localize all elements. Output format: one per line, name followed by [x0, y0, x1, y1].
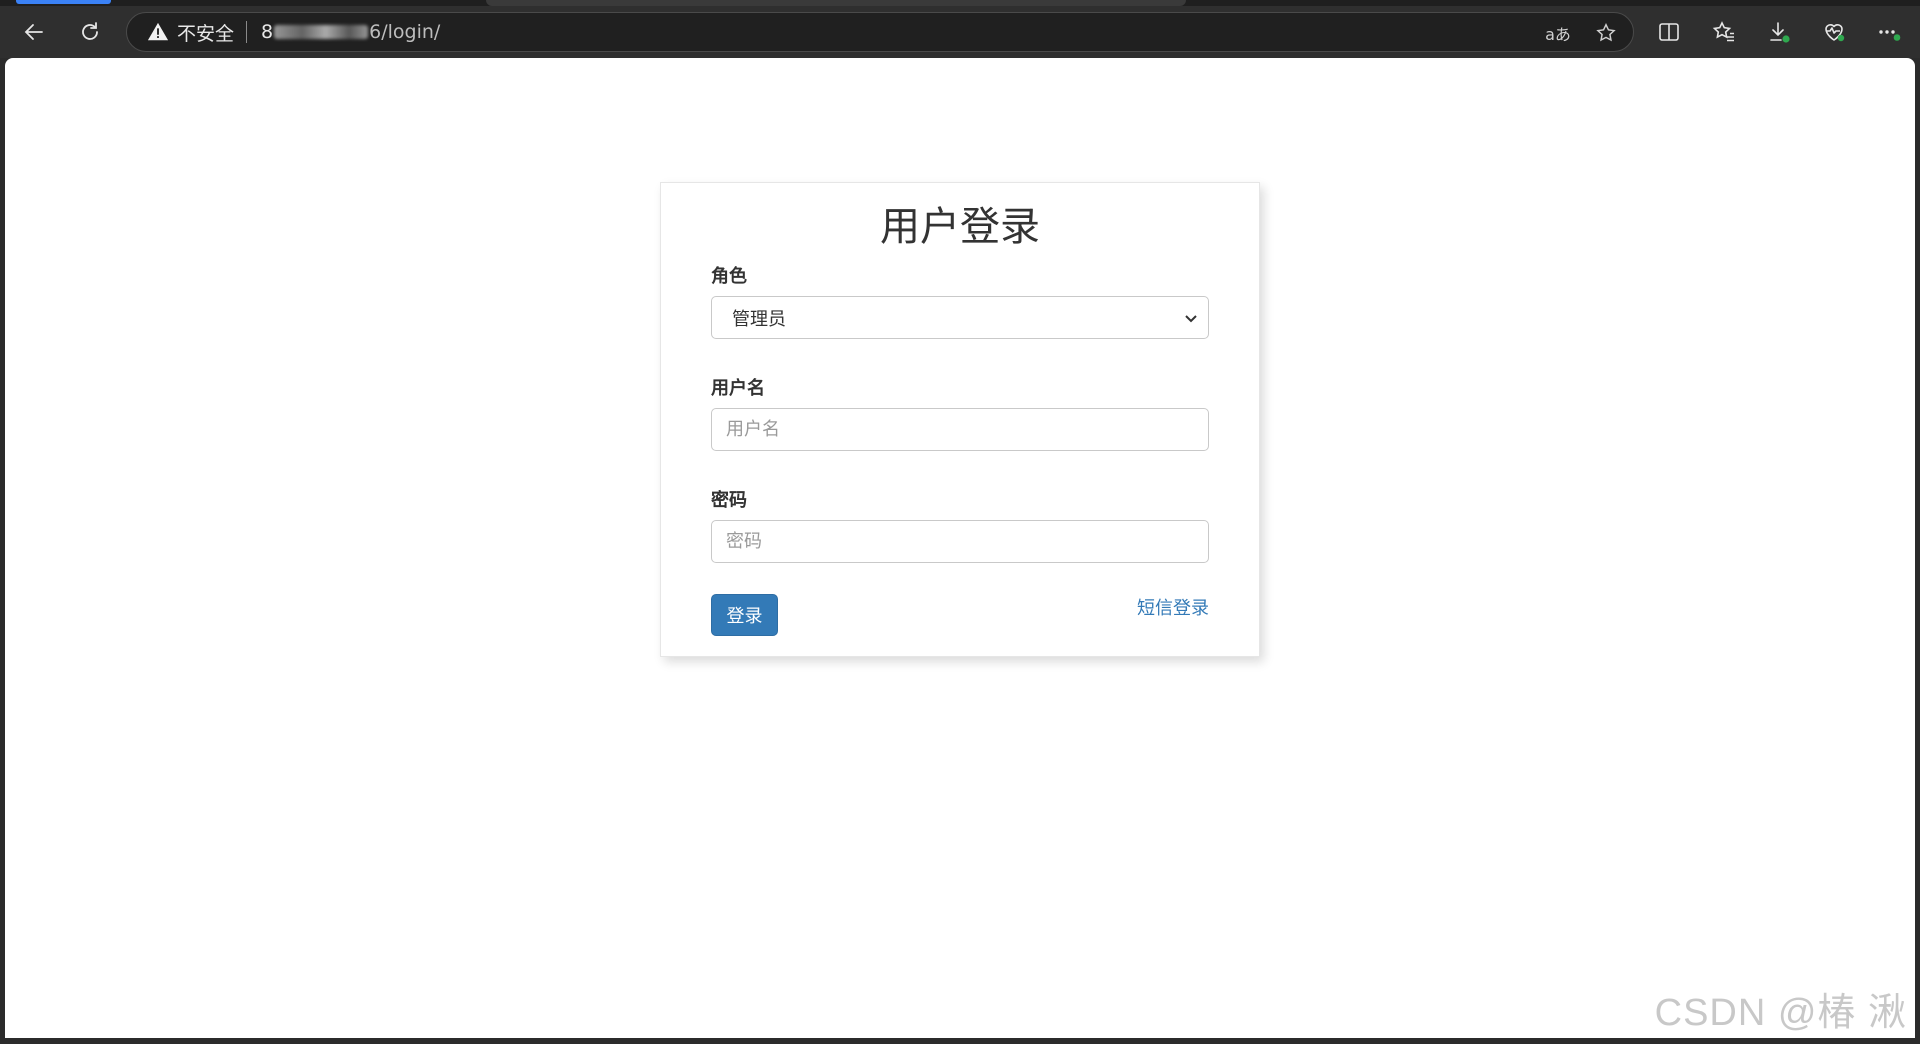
role-select-wrapper: 管理员	[711, 296, 1209, 339]
login-panel: 用户登录 角色 管理员 用户名 密码 登录 短信登录	[660, 182, 1260, 657]
password-label: 密码	[711, 490, 747, 511]
watermark: CSDN @椿 湫	[1654, 992, 1907, 1034]
favorites-icon[interactable]	[1705, 13, 1743, 51]
login-button[interactable]: 登录	[711, 594, 778, 636]
url-text[interactable]: 8	[261, 21, 273, 43]
page-viewport: 用户登录 角色 管理员 用户名 密码 登录 短信登录 CSDN @椿 湫	[5, 58, 1915, 1038]
security-status[interactable]: 不安全	[177, 19, 234, 46]
divider	[246, 21, 248, 43]
role-label: 角色	[711, 266, 747, 287]
form-actions: 登录 短信登录	[711, 594, 1209, 638]
url-path[interactable]: 6/login/	[369, 21, 440, 43]
active-tab-indicator[interactable]	[16, 0, 111, 4]
username-input[interactable]	[711, 408, 1209, 451]
split-screen-icon[interactable]	[1650, 13, 1688, 51]
role-selected-value: 管理员	[732, 308, 786, 330]
read-aloud-label: aあ	[1545, 25, 1571, 44]
address-bar[interactable]: 不安全 8 6/login/ aあ	[126, 12, 1634, 52]
role-group: 角色 管理员	[711, 265, 1209, 339]
username-label: 用户名	[711, 378, 765, 399]
role-select[interactable]: 管理员	[711, 296, 1209, 339]
heartbeat-icon[interactable]	[1815, 13, 1853, 51]
warning-icon[interactable]	[147, 21, 169, 43]
read-aloud-icon[interactable]: aあ	[1543, 18, 1573, 48]
browser-toolbar: 不安全 8 6/login/ aあ	[0, 6, 1920, 58]
star-icon[interactable]	[1591, 18, 1621, 48]
password-input[interactable]	[711, 520, 1209, 563]
download-icon[interactable]	[1760, 13, 1798, 51]
sms-login-link[interactable]: 短信登录	[1137, 594, 1209, 620]
username-group: 用户名	[711, 377, 1209, 451]
back-arrow-icon[interactable]	[15, 13, 53, 51]
redacted-url-segment	[274, 25, 369, 39]
password-group: 密码	[711, 489, 1209, 563]
more-icon[interactable]	[1870, 13, 1908, 51]
page-title: 用户登录	[880, 204, 1040, 250]
refresh-icon[interactable]	[71, 13, 109, 51]
